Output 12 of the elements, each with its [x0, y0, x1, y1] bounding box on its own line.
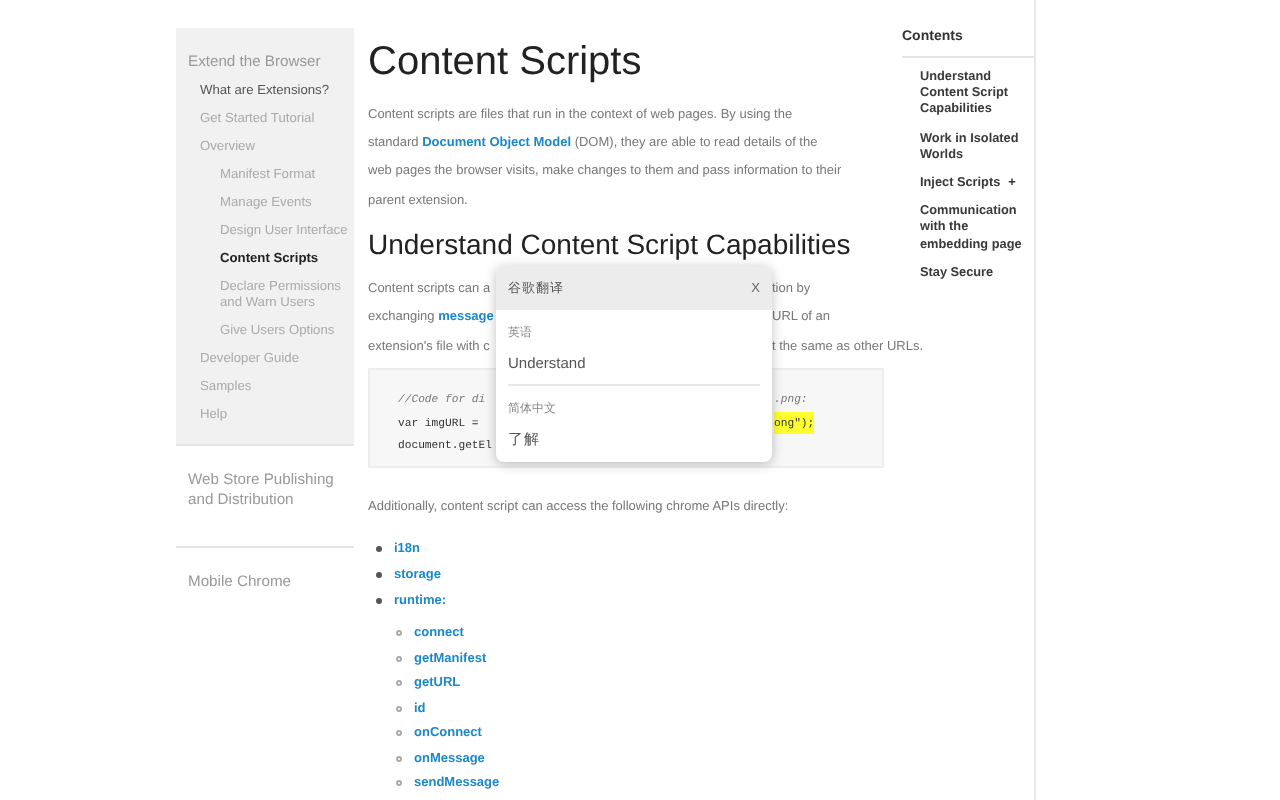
circle-bullet-icon — [396, 755, 402, 762]
page-title: Content Scripts — [368, 38, 644, 86]
circle-bullet-icon — [396, 680, 402, 687]
circle-bullet-icon — [396, 655, 402, 662]
circle-bullet-icon — [396, 630, 402, 637]
bullet-icon — [376, 572, 382, 579]
circle-bullet-icon — [396, 730, 402, 737]
bullet-icon — [376, 546, 382, 553]
section-heading: Understand Content Script Capabilities — [368, 227, 853, 262]
bullet-icon — [376, 598, 382, 605]
circle-bullet-icon — [396, 705, 402, 712]
circle-bullet-icon — [396, 780, 402, 787]
